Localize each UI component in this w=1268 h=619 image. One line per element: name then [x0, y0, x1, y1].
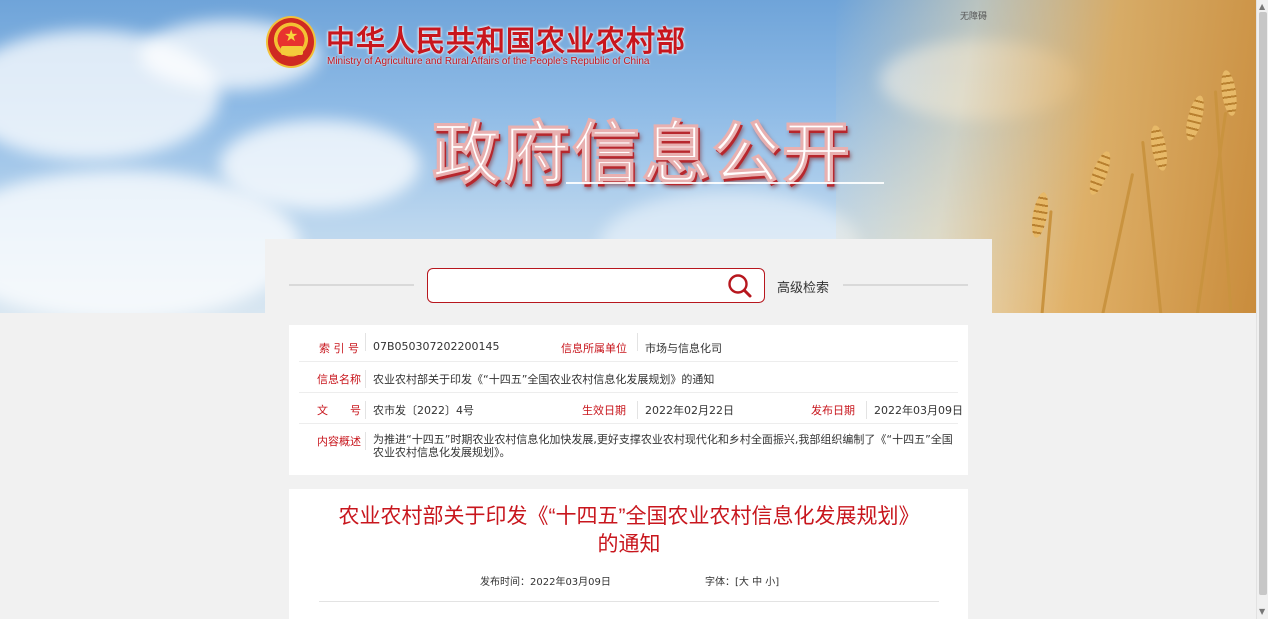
article-title: 农业农村部关于印发《“十四五”全国农业农村信息化发展规划》 的通知 [309, 503, 949, 559]
index-label: 索 引 号 [319, 342, 359, 355]
row-separator [637, 333, 638, 351]
doc-number-label: 文 号 [317, 404, 361, 417]
info-row-summary: 内容概述 为推进“十四五”时期农业农村信息化加快发展,更好支撑农业农村现代化和乡… [299, 424, 958, 469]
font-size-switcher[interactable]: 字体：[大 中 小] [705, 573, 779, 588]
summary-label: 内容概述 [317, 435, 361, 448]
effective-date-value: 2022年02月22日 [645, 404, 734, 417]
search-divider-right [843, 284, 968, 286]
accessibility-link[interactable]: 无障碍 [960, 9, 987, 22]
info-row-name: 信息名称 农业农村部关于印发《“十四五”全国农业农村信息化发展规划》的通知 [299, 362, 958, 393]
dept-value: 市场与信息化司 [645, 342, 722, 355]
national-emblem-icon[interactable]: ★ [266, 16, 316, 68]
document-info-table: 索 引 号 07B050307202200145 信息所属单位 市场与信息化司 … [289, 325, 968, 475]
name-label: 信息名称 [317, 373, 361, 386]
index-value: 07B050307202200145 [373, 340, 500, 353]
article-title-line1: 农业农村部关于印发《“十四五”全国农业农村信息化发展规划》 [338, 505, 920, 528]
scroll-down-icon[interactable]: ▼ [1259, 607, 1265, 616]
article-card: 农业农村部关于印发《“十四五”全国农业农村信息化发展规划》 的通知 发布时间：2… [289, 489, 968, 619]
search-input[interactable] [436, 275, 716, 297]
search-button[interactable] [726, 273, 754, 299]
row-separator [866, 401, 867, 419]
article-publish-time: 发布时间：2022年03月09日 [480, 577, 611, 588]
row-separator [365, 401, 366, 419]
ministry-name-en[interactable]: Ministry of Agriculture and Rural Affair… [327, 56, 649, 67]
info-row-doc: 文 号 农市发〔2022〕4号 生效日期 2022年02月22日 发布日期 20… [299, 393, 963, 424]
article-title-line2: 的通知 [597, 533, 661, 556]
vertical-scrollbar[interactable]: ▲ ▼ [1256, 0, 1268, 619]
title-divider [566, 182, 884, 184]
search-divider-left [289, 284, 414, 286]
doc-number-value: 农市发〔2022〕4号 [373, 404, 474, 417]
publish-date-value: 2022年03月09日 [874, 404, 963, 417]
search-icon [728, 274, 752, 298]
row-separator [637, 401, 638, 419]
content-panel: 高级检索 索 引 号 07B050307202200145 信息所属单位 市场与… [265, 239, 992, 619]
name-value: 农业农村部关于印发《“十四五”全国农业农村信息化发展规划》的通知 [373, 373, 715, 386]
article-divider [319, 601, 939, 602]
summary-value: 为推进“十四五”时期农业农村信息化加快发展,更好支撑农业农村现代化和乡村全面振兴… [373, 433, 953, 459]
info-row-index: 索 引 号 07B050307202200145 信息所属单位 市场与信息化司 [299, 325, 958, 362]
search-box [427, 268, 765, 303]
ministry-name-cn[interactable]: 中华人民共和国农业农村部 [326, 18, 686, 60]
publish-date-label: 发布日期 [811, 404, 855, 417]
scroll-thumb[interactable] [1259, 12, 1267, 595]
row-separator [365, 432, 366, 450]
scroll-up-icon[interactable]: ▲ [1259, 2, 1265, 11]
search-bar: 高级检索 [265, 239, 992, 325]
advanced-search-link[interactable]: 高级检索 [777, 277, 829, 296]
dept-label: 信息所属单位 [561, 342, 627, 355]
effective-date-label: 生效日期 [582, 404, 626, 417]
row-separator [365, 370, 366, 388]
row-separator [365, 333, 366, 351]
